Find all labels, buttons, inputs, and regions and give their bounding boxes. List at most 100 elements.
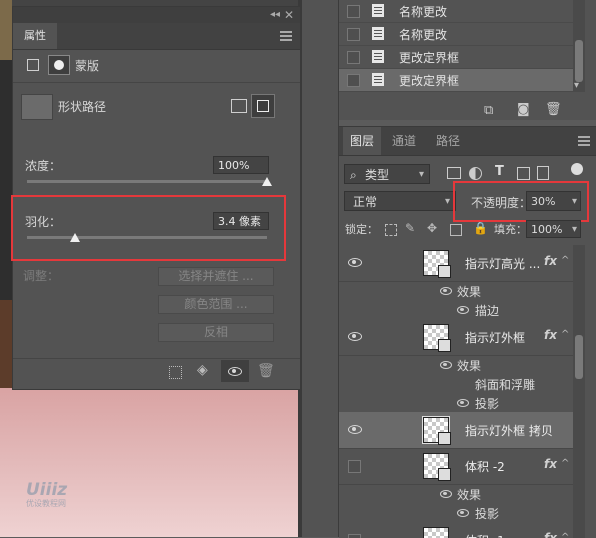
visibility-toggle[interactable] [348,460,361,473]
panel-menu-icon[interactable] [280,35,292,37]
effect-item[interactable]: 描边 [339,300,573,319]
lock-position-icon[interactable]: ✥ [427,221,437,235]
tab-layers[interactable]: 图层 [343,127,381,155]
history-checkbox[interactable] [347,5,360,18]
history-item[interactable]: 更改定界框 [339,69,573,92]
lock-artboard-icon[interactable] [450,224,462,236]
tab-paths[interactable]: 路径 [429,127,467,155]
layer-name[interactable]: 体积 -2 [465,458,505,475]
eye-icon[interactable] [457,306,469,314]
effects-row[interactable]: 效果 [339,355,573,374]
lock-label: 锁定： [345,223,378,236]
collapse-icon[interactable]: ◂◂ [270,7,280,23]
type-filter-icon[interactable]: T [495,164,504,179]
tab-properties[interactable]: 属性 [13,23,57,49]
effects-row[interactable]: 效果 [339,281,573,300]
history-checkbox[interactable] [347,28,360,41]
layer-name[interactable]: 指示灯高光 ... [465,255,540,272]
history-scrollbar[interactable]: ▾ [573,0,585,92]
history-checkbox[interactable] [347,74,360,87]
lock-pixels-icon[interactable]: ✎ [405,221,415,235]
visibility-toggle[interactable] [348,534,361,538]
smart-object-filter-icon[interactable] [537,166,549,180]
trash-icon[interactable]: 🗑 [257,363,275,379]
layer-filter-select[interactable]: ⌕ 类型 ▾ [344,164,430,184]
layers-tabbar: 图层 通道 路径 [339,127,596,156]
camera-icon[interactable]: ◙ [517,102,530,117]
chevron-down-icon[interactable]: ▾ [574,80,579,91]
layer-thumbnail[interactable] [423,527,449,538]
tab-channels[interactable]: 通道 [385,127,423,155]
invert-button[interactable]: 反相 [158,323,274,342]
history-item[interactable]: 名称更改 [339,23,573,46]
eye-icon[interactable] [348,258,362,267]
vector-mask-icon[interactable] [48,55,70,75]
layer-type-label: 形状路径 [58,100,107,114]
history-scroll-thumb[interactable] [575,40,583,82]
properties-titlebar[interactable]: ◂◂ ✕ [13,7,300,23]
trash-icon[interactable]: 🗑 [545,102,562,117]
effects-row[interactable]: 效果 [339,484,573,503]
eye-icon[interactable] [348,425,362,434]
lock-all-icon[interactable]: 🔒 [473,221,488,235]
history-panel: 名称更改 名称更改 更改定界框 更改定界框 ▾ ⧉ ◙ 🗑 [339,0,596,120]
fill-input[interactable]: 100% ▾ [526,220,581,238]
document-icon [372,4,384,17]
history-item-label: 名称更改 [399,5,448,19]
density-input[interactable]: 100% [213,156,269,174]
blend-mode-select[interactable]: 正常 ▾ [344,191,456,211]
chevron-up-icon[interactable]: ^ [561,329,569,340]
layer-row[interactable]: 指示灯外框 拷贝 [339,412,573,449]
fill-value: 100% [531,223,563,236]
add-vector-mask-icon[interactable] [251,94,275,118]
toggle-mask-visibility-button[interactable] [221,360,249,382]
apply-mask-icon[interactable]: ◈ [197,362,208,378]
layer-name[interactable]: 体积 -1 [465,532,505,538]
load-selection-icon[interactable] [169,366,182,379]
eye-icon[interactable] [440,361,452,369]
add-mask-icon[interactable] [231,99,247,113]
select-and-mask-button[interactable]: 选择并遮住 ... [158,267,274,286]
image-filter-icon[interactable] [447,167,461,179]
eye-icon[interactable] [440,287,452,295]
layer-name[interactable]: 指示灯外框 [465,329,525,346]
history-item[interactable]: 名称更改 [339,0,573,23]
pixel-mask-icon[interactable] [27,59,39,71]
chevron-up-icon[interactable]: ^ [561,458,569,469]
density-slider-thumb[interactable] [262,177,272,186]
effects-fx-icon[interactable]: fx [544,254,557,268]
effects-fx-icon[interactable]: fx [544,457,557,471]
layers-scrollbar[interactable] [573,245,585,538]
layer-row[interactable]: 体积 -2 fx ^ [339,448,573,485]
layer-name[interactable]: 指示灯外框 拷贝 [465,422,553,439]
fill-label: 填充： [494,223,527,236]
adjustment-filter-icon[interactable] [469,167,482,180]
eye-icon[interactable] [457,509,469,517]
filter-toggle-icon[interactable] [571,163,583,175]
density-slider-track[interactable] [27,180,267,183]
collapsed-panel-strip [302,0,339,537]
blend-mode-value: 正常 [353,195,378,209]
layer-row[interactable]: 体积 -1fx^ [339,522,573,538]
mask-thumbnail [21,94,53,120]
effect-item[interactable]: 投影 [339,503,573,522]
lock-transparent-icon[interactable] [385,224,397,236]
new-document-from-state-icon[interactable]: ⧉ [484,103,493,118]
eye-icon[interactable] [348,332,362,341]
layer-row[interactable]: 指示灯高光 ... fx ^ [339,245,573,282]
effect-item[interactable]: 投影 [339,393,573,412]
history-checkbox[interactable] [347,51,360,64]
eye-icon[interactable] [457,399,469,407]
chevron-up-icon[interactable]: ^ [561,255,569,266]
close-icon[interactable]: ✕ [284,7,294,23]
color-range-button[interactable]: 颜色范围 ... [158,295,274,314]
effect-item[interactable]: 斜面和浮雕 [339,374,573,393]
history-item[interactable]: 更改定界框 [339,46,573,69]
panel-menu-icon[interactable] [578,140,590,142]
chevron-up-icon[interactable]: ^ [561,532,569,538]
layer-row[interactable]: 指示灯外框 fx ^ [339,319,573,356]
shape-filter-icon[interactable] [517,167,530,180]
eye-icon[interactable] [440,490,452,498]
layers-scroll-thumb[interactable] [575,335,583,379]
effects-fx-icon[interactable]: fx [544,328,557,342]
